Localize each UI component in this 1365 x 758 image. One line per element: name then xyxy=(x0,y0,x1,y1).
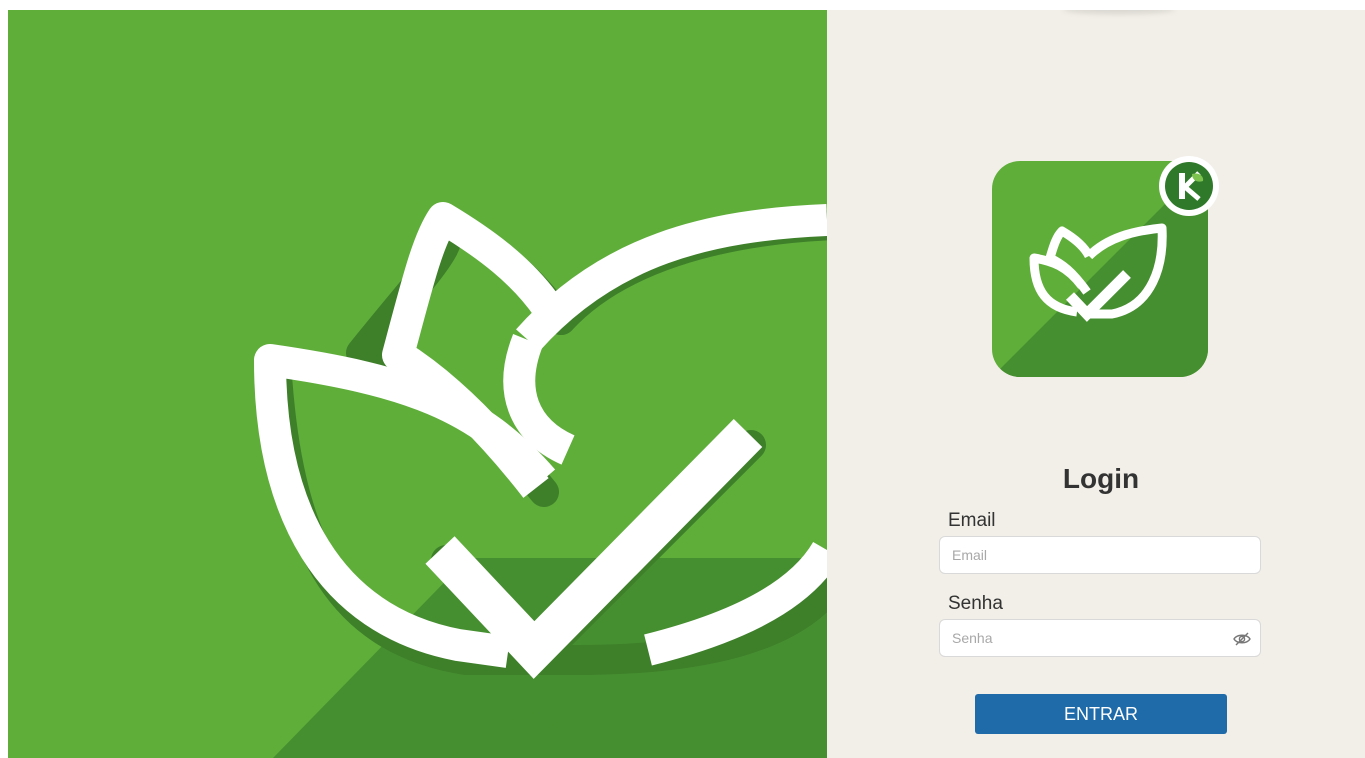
hero-image xyxy=(8,10,827,758)
email-field[interactable] xyxy=(939,536,1261,574)
password-visibility-toggle[interactable] xyxy=(1231,629,1253,649)
leaf-check-icon xyxy=(8,10,827,758)
app-logo xyxy=(992,146,1222,378)
login-panel: Login Email Senha ENTRAR xyxy=(827,10,1365,758)
k-leaf-badge-icon xyxy=(1159,156,1219,216)
email-label: Email xyxy=(948,510,996,531)
eye-slash-icon xyxy=(1233,632,1251,646)
submit-button[interactable]: ENTRAR xyxy=(975,694,1227,734)
page-title: Login xyxy=(1062,463,1140,494)
password-field[interactable] xyxy=(939,619,1261,657)
password-label: Senha xyxy=(948,593,1003,614)
decorative-shadow xyxy=(1063,10,1175,14)
